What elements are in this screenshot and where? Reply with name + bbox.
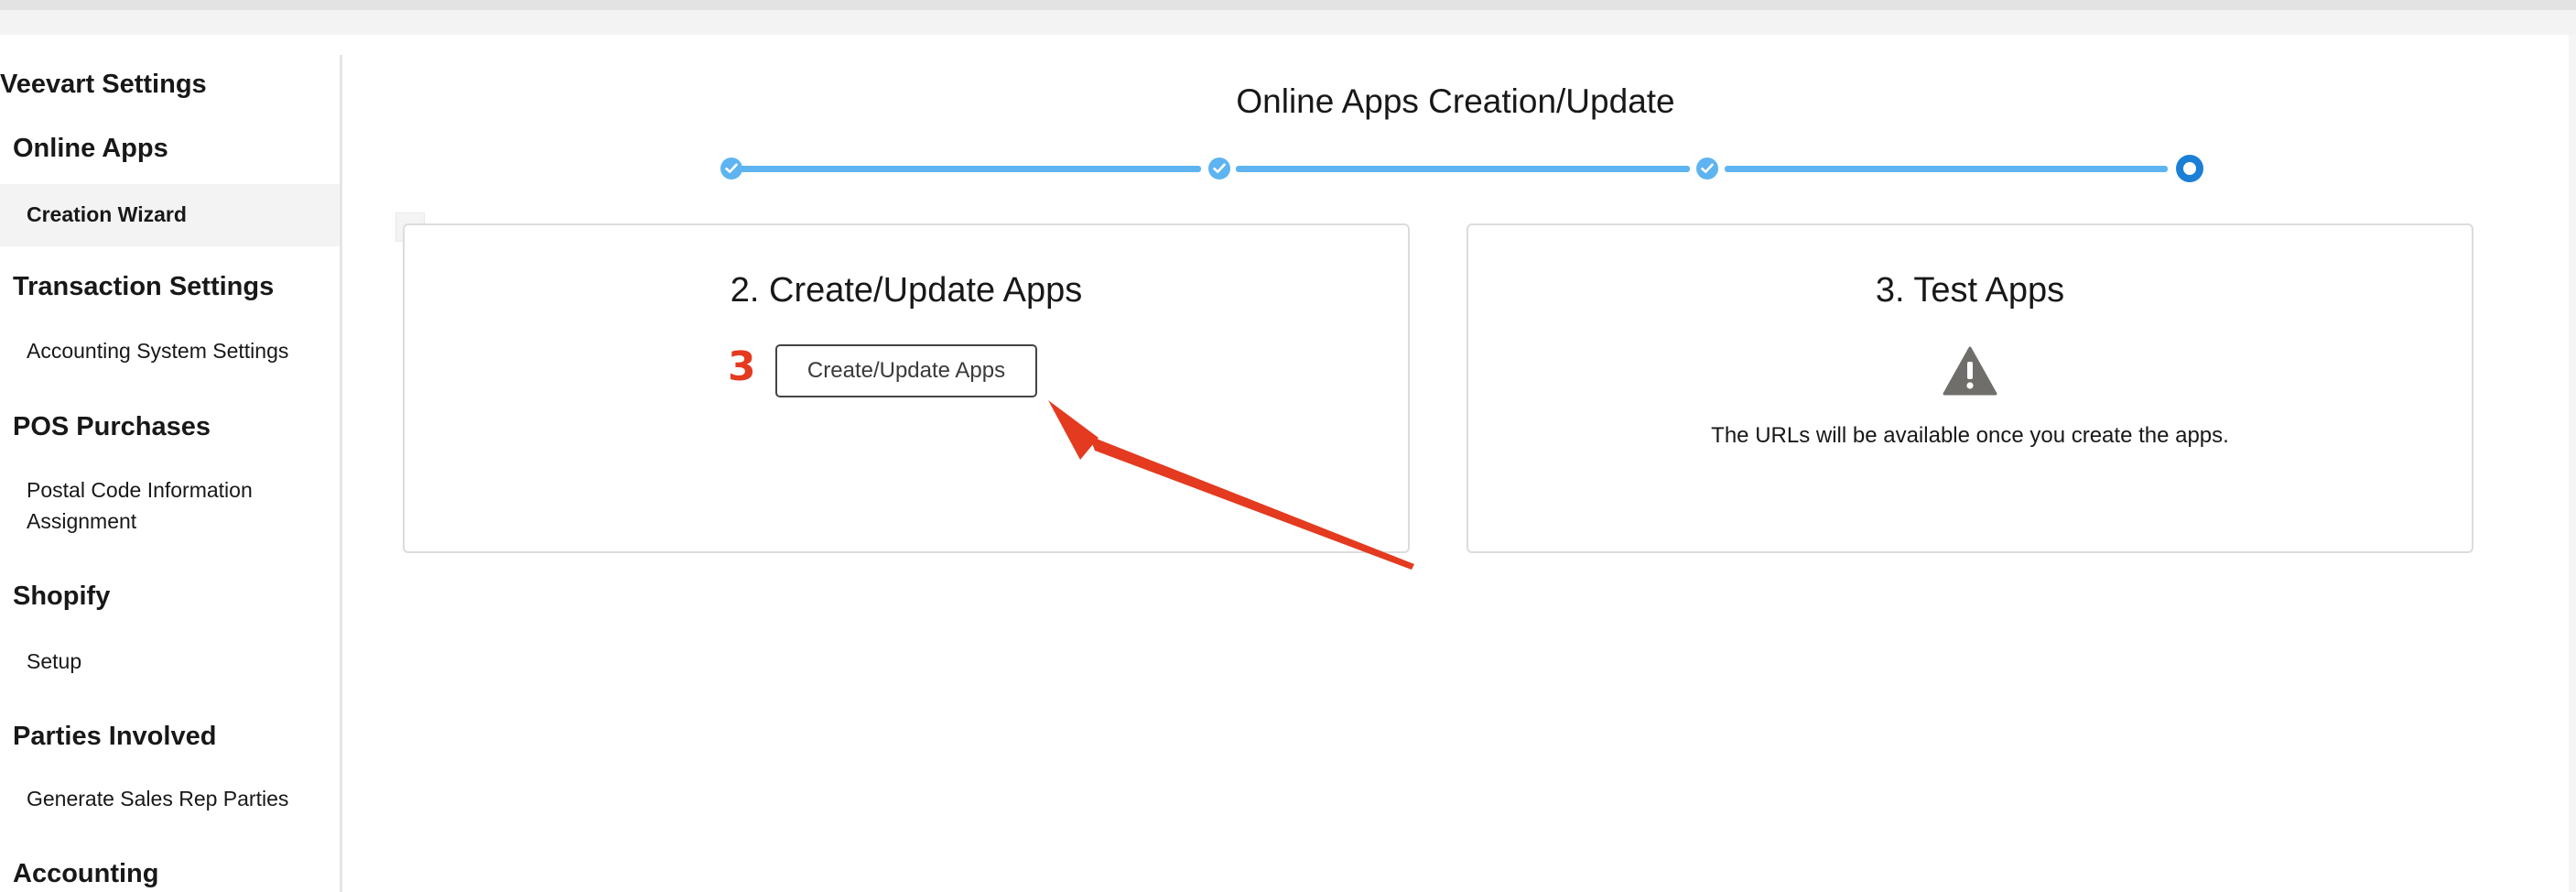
- sidebar-item-label: Postal Code Information Assignment: [27, 478, 253, 533]
- progress-step-3[interactable]: [1696, 158, 1718, 179]
- sidebar-item-generate-sales-rep-parties[interactable]: Generate Sales Rep Parties: [0, 783, 340, 814]
- sidebar-item-label: Setup: [27, 649, 82, 673]
- sidebar-item-label: Accounting System Settings: [27, 339, 289, 363]
- progress-segment-1: [740, 166, 1201, 172]
- card-title: 3. Test Apps: [1875, 271, 2065, 310]
- progress-segment-2: [1236, 166, 1690, 172]
- app-page: Veevart Settings Online Apps Creation Wi…: [0, 0, 2576, 892]
- sidebar-item-label: Generate Sales Rep Parties: [27, 787, 289, 810]
- progress-step-4-current[interactable]: [2176, 155, 2203, 182]
- sidebar-item-creation-wizard[interactable]: Creation Wizard: [0, 184, 340, 246]
- sidebar-item-accounting-system-settings[interactable]: Accounting System Settings: [0, 335, 340, 366]
- check-icon: [725, 163, 738, 173]
- section-heading-transaction-settings: Transaction Settings: [13, 272, 275, 301]
- page-title: Online Apps Creation/Update: [1236, 82, 1675, 120]
- section-heading-online-apps: Online Apps: [13, 134, 168, 163]
- settings-sidebar: Veevart Settings Online Apps Creation Wi…: [0, 55, 342, 892]
- section-heading-pos-purchases: POS Purchases: [13, 412, 211, 441]
- warning-icon: [1943, 346, 1997, 396]
- section-heading-shopify: Shopify: [13, 582, 111, 611]
- sidebar-item-label: Creation Wizard: [27, 202, 187, 226]
- urls-unavailable-message: The URLs will be available once you crea…: [1711, 423, 2229, 448]
- progress-step-1[interactable]: [720, 158, 742, 179]
- section-heading-parties-involved: Parties Involved: [13, 722, 217, 751]
- progress-step-2[interactable]: [1208, 158, 1230, 179]
- section-heading-accounting: Accounting: [13, 859, 159, 888]
- card-title: 2. Create/Update Apps: [730, 271, 1083, 310]
- sidebar-item-setup[interactable]: Setup: [0, 646, 340, 677]
- annotation-step-marker: 3: [728, 343, 756, 390]
- sidebar-title: Veevart Settings: [0, 70, 207, 99]
- create-update-apps-button[interactable]: Create/Update Apps: [775, 344, 1037, 397]
- progress-segment-3: [1725, 166, 2168, 172]
- sidebar-item-postal-code-information-assignment[interactable]: Postal Code Information Assignment: [0, 474, 311, 537]
- check-icon: [1701, 163, 1714, 173]
- browser-top-bar: [0, 0, 2576, 35]
- scrollbar-track[interactable]: [2569, 35, 2576, 892]
- check-icon: [1213, 163, 1226, 173]
